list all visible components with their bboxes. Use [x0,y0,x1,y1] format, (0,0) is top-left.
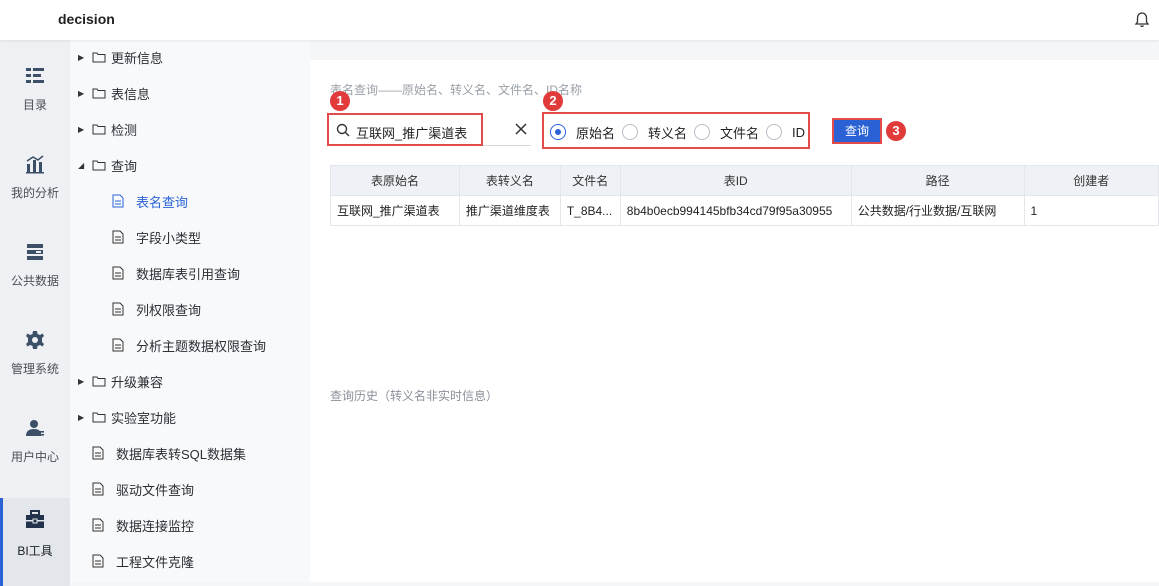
document-icon [92,482,104,496]
tree-item-connection-monitor[interactable]: 数据连接监控 [92,514,194,536]
table-cell: 8b4b0ecb994145bfb34cd79f95a30955 [619,195,852,226]
nav-label: 我的分析 [10,186,59,200]
document-icon [112,230,124,244]
tree-folder-table-info[interactable]: ▶ 表信息 [78,82,150,104]
document-icon [92,446,104,460]
radio-file-name[interactable]: 文件名 [694,123,759,141]
tree-folder-query[interactable]: ◢ 查询 [78,154,137,176]
search-underline [483,145,531,146]
tree-folder-update-info[interactable]: ▶ 更新信息 [78,46,163,68]
left-nav: 目录 我的分析 公共数据 管理系统 用户中心 BI工具 [0,40,70,586]
table-cell: 1 [1023,195,1159,226]
nav-label: 用户中心 [10,450,59,464]
tree-item-field-subtype[interactable]: 字段小类型 [112,226,201,248]
query-button[interactable]: 查询 [832,118,882,144]
nav-item-bi-tools[interactable]: BI工具 [0,498,70,586]
table-cell: T_8B4... [559,195,621,226]
tree-folder-upgrade[interactable]: ▶ 升级兼容 [78,370,163,392]
folder-icon [92,52,106,63]
caret-right-icon: ▶ [78,52,85,62]
tree-folder-detect[interactable]: ▶ 检测 [78,118,137,140]
radio-id[interactable]: ID [766,123,805,141]
radio-escaped-name[interactable]: 转义名 [622,123,687,141]
nav-item-management[interactable]: 管理系统 [0,304,70,392]
nav-label: BI工具 [17,544,53,558]
column-header: 表ID [619,165,852,196]
result-table: 表原始名 表转义名 文件名 表ID 路径 创建者 互联网_推广渠道表 推广渠道维… [330,165,1159,226]
step-badge-3: 3 [886,121,906,141]
folder-icon [92,88,106,99]
app-title: decision [58,11,115,27]
top-bar: decision [0,0,1159,40]
close-icon[interactable] [514,122,528,136]
column-header: 创建者 [1023,165,1159,196]
nav-item-public-data[interactable]: 公共数据 [0,216,70,304]
step-badge-2: 2 [543,91,563,111]
caret-right-icon: ▶ [78,88,85,98]
radio-original-name[interactable]: 原始名 [550,123,615,141]
nav-label: 目录 [22,98,47,112]
tree-item-subject-data-permission[interactable]: 分析主题数据权限查询 [112,334,266,356]
user-icon [26,420,44,436]
function-tree: ▶ 更新信息 ▶ 表信息 ▶ 检测 ◢ 查询 表名查询 字段小类型 数据库表引用… [70,40,310,582]
tree-item-driver-query[interactable]: 驱动文件查询 [92,478,194,500]
document-icon [112,338,124,352]
nav-label: 公共数据 [10,274,59,288]
folder-icon [92,376,106,387]
radio-circle [694,124,710,140]
caret-right-icon: ▶ [78,412,85,422]
tree-item-db-to-sql[interactable]: 数据库表转SQL数据集 [92,442,246,464]
nav-item-catalog[interactable]: 目录 [0,40,70,128]
column-header: 表转义名 [458,165,561,196]
table-cell: 互联网_推广渠道表 [330,195,460,226]
query-history-label: 查询历史（转义名非实时信息） [330,389,499,403]
radio-circle [550,124,566,140]
caret-right-icon: ▶ [78,376,85,386]
table-cell: 推广渠道维度表 [458,195,561,226]
caret-down-icon: ◢ [78,160,85,170]
document-icon [112,194,124,208]
main-panel: 表名查询——原始名、转义名、文件名、ID名称 1 互联网_推广渠道表 2 原始名… [310,60,1159,582]
radio-circle [766,124,782,140]
tree-item-table-name-query[interactable]: 表名查询 [112,190,188,212]
gear-icon [26,331,44,349]
search-type-radio-group: 原始名 转义名 文件名 ID [542,112,810,149]
folder-icon [92,124,106,135]
folder-icon [92,160,106,171]
database-icon [27,244,43,260]
nav-item-my-analysis[interactable]: 我的分析 [0,128,70,216]
tree-folder-lab[interactable]: ▶ 实验室功能 [78,406,176,428]
column-header: 路径 [850,165,1025,196]
nav-item-user-center[interactable]: 用户中心 [0,392,70,480]
tree-item-db-table-reference[interactable]: 数据库表引用查询 [112,262,240,284]
toolbox-icon [26,510,44,528]
table-row[interactable]: 互联网_推广渠道表 推广渠道维度表 T_8B4... 8b4b0ecb99414… [330,195,1159,226]
radio-circle [622,124,638,140]
tree-item-project-clone[interactable]: 工程文件克隆 [92,550,194,572]
document-icon [92,518,104,532]
chart-icon [26,155,44,174]
column-header: 文件名 [559,165,621,196]
folder-icon [92,412,106,423]
search-value: 互联网_推广渠道表 [356,126,468,141]
step-badge-1: 1 [330,91,350,111]
nav-label: 管理系统 [10,362,59,376]
caret-right-icon: ▶ [78,124,85,134]
tree-item-column-permission[interactable]: 列权限查询 [112,298,201,320]
table-cell: 公共数据/行业数据/互联网 [850,195,1025,226]
document-icon [92,554,104,568]
document-icon [112,302,124,316]
search-input[interactable]: 互联网_推广渠道表 [327,113,483,146]
search-icon [336,123,350,137]
column-header: 表原始名 [330,165,460,196]
document-icon [112,266,124,280]
bell-icon[interactable] [1133,11,1151,29]
table-header-row: 表原始名 表转义名 文件名 表ID 路径 创建者 [330,165,1159,196]
catalog-icon [26,68,44,83]
